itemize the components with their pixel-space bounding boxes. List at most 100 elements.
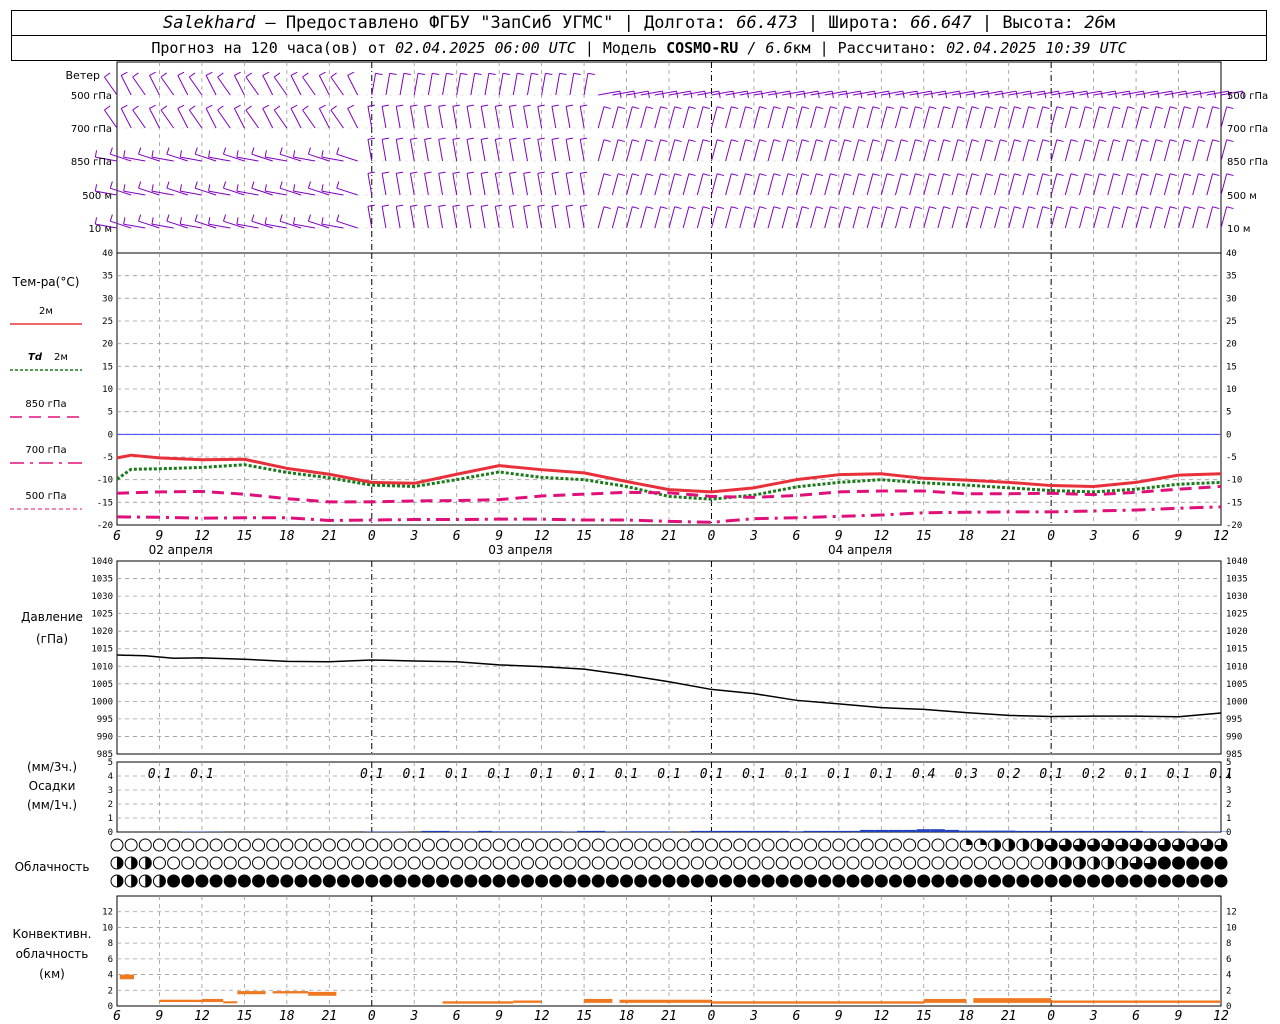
precip-bar <box>591 830 606 832</box>
cloud-cover-icon <box>719 874 733 888</box>
wind-barb-shaft <box>395 206 401 229</box>
cloud-circle <box>478 874 492 888</box>
wind-barb-shaft <box>508 206 514 229</box>
wind-barb-feather <box>1141 106 1149 110</box>
cloud-circle <box>1002 874 1016 888</box>
wind-barb-shaft <box>569 73 575 96</box>
wind-barb-feather <box>902 91 905 99</box>
wind-barb-feather <box>264 150 267 158</box>
wind-barb <box>336 214 358 229</box>
wind-barb-feather <box>509 104 517 107</box>
cloud-circle <box>1129 874 1143 888</box>
conv-xtick-label: 15 <box>576 1009 592 1024</box>
cloud-circle <box>775 838 789 852</box>
wind-barb-feather <box>1070 206 1078 210</box>
wind-barb-shaft <box>682 139 690 162</box>
wind-barb-feather <box>432 72 440 76</box>
wind-barb-shaft <box>347 108 359 129</box>
wind-barb <box>302 105 316 129</box>
wind-barb <box>725 206 739 229</box>
wind-barb <box>1022 206 1036 229</box>
cloud-circle <box>365 838 379 852</box>
cloud-cover-icon <box>1214 838 1228 852</box>
cloud-circle <box>450 856 464 870</box>
cloud-cover-icon <box>1129 856 1143 870</box>
wind-barb-feather <box>1157 91 1160 99</box>
wind-barb-feather <box>1143 91 1146 99</box>
wind-barb-shaft <box>654 173 662 196</box>
wind-barb-shaft <box>1022 173 1030 196</box>
wind-barb-shaft <box>710 139 718 162</box>
cloud-cover-icon <box>1002 874 1016 888</box>
wind-barb <box>1121 206 1135 229</box>
cloud-cover-icon <box>1016 838 1030 852</box>
cloud-cover-icon <box>1030 838 1044 852</box>
cloud-cover-icon <box>1129 874 1143 888</box>
conv-ytick-right: 8 <box>1226 939 1231 949</box>
temp-xtick-label: 15 <box>916 529 932 544</box>
wind-barb-feather <box>1070 139 1078 143</box>
wind-barb-feather <box>566 204 574 207</box>
cloud-cover-icon <box>1115 856 1129 870</box>
wind-barb <box>923 139 937 162</box>
cloud-circle <box>888 856 902 870</box>
wind-barb-feather <box>452 137 460 140</box>
wind-barb <box>409 104 418 129</box>
wind-barb-feather <box>787 173 795 177</box>
wind-barb-feather <box>646 139 654 143</box>
wind-barb-feather <box>208 217 211 225</box>
wind-barb <box>1192 173 1206 196</box>
wind-barb-shaft <box>937 173 945 196</box>
cloud-circle <box>1186 874 1200 888</box>
wind-barb-feather <box>943 206 951 210</box>
wind-barb-feather <box>194 214 198 222</box>
wind-barb <box>565 171 574 196</box>
cloud-cover-icon <box>959 874 973 888</box>
wind-barb-feather <box>262 71 270 76</box>
wind-barb-feather <box>460 72 468 76</box>
precip-bar <box>520 831 535 832</box>
wind-barb-feather <box>551 104 559 107</box>
cloud-cover-icon <box>605 874 619 888</box>
cloud-cover-icon <box>1058 838 1072 852</box>
wind-barb-feather <box>1042 206 1050 210</box>
precip-bar <box>1072 830 1087 832</box>
wind-barb-feather <box>702 206 710 210</box>
wind-barb-feather <box>929 206 937 210</box>
wind-barb-shaft <box>217 109 231 129</box>
conv-cloud-segment <box>923 998 967 1003</box>
wind-barb-shaft <box>923 106 930 129</box>
wind-barb-shaft <box>923 139 930 162</box>
wind-barb-shaft <box>1192 106 1199 129</box>
wind-barb <box>611 106 625 129</box>
conv-cloud-segment <box>1051 1000 1221 1003</box>
wind-barb-shaft <box>923 206 930 229</box>
wind-barb-shaft <box>1149 173 1157 196</box>
wind-barb <box>965 173 979 196</box>
wind-barb-feather <box>801 106 809 110</box>
wind-barb <box>109 214 132 229</box>
wind-barb-shaft <box>1008 139 1015 162</box>
wind-barb-feather <box>660 139 668 143</box>
wind-barb-shaft <box>909 139 916 162</box>
cloud-cover-icon <box>1143 838 1157 852</box>
cloud-cover-icon <box>308 874 322 888</box>
wind-barb-feather <box>245 105 252 111</box>
wind-barb-feather <box>537 104 545 107</box>
wind-barb <box>537 104 545 129</box>
wind-barb <box>810 173 824 196</box>
wind-barb <box>177 71 189 96</box>
wind-barb <box>330 105 344 129</box>
wind-barb-feather <box>1001 91 1004 99</box>
wind-barb-feather <box>872 139 880 143</box>
wind-barb-feather <box>957 206 965 210</box>
cloud-circle <box>351 838 365 852</box>
wind-barb-feather <box>1141 173 1149 177</box>
wind-barb <box>739 206 753 229</box>
cloud-cover-icon <box>1087 874 1101 888</box>
wind-barb-feather <box>1114 91 1117 99</box>
cloud-circle <box>351 856 365 870</box>
wind-barb <box>330 72 344 96</box>
cloud-circle <box>407 856 421 870</box>
wind-barb-feather <box>279 147 283 155</box>
